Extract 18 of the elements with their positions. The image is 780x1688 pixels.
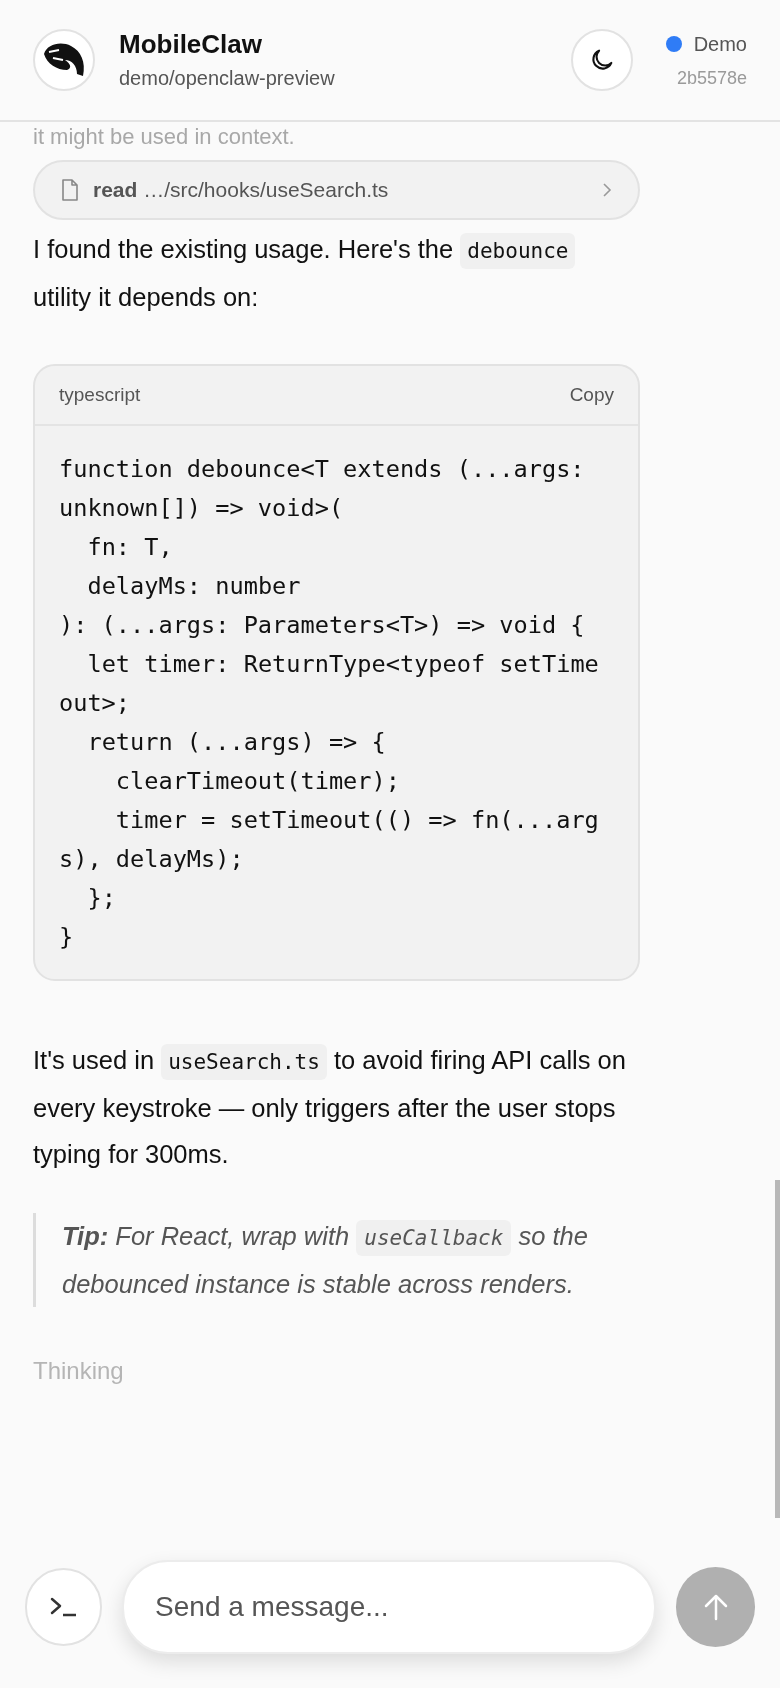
- thinking-label: Thinking: [33, 1356, 125, 1386]
- tool-call-row[interactable]: read …/src/hooks/useSearch.ts: [33, 160, 640, 220]
- connection-label: Demo: [693, 31, 747, 57]
- file-icon: [61, 179, 79, 201]
- code-text: function debounce<T extends (...args: unknown[]) => void>( fn: T, delayMs: number ): (...args: Parameters<T>) => void { let timer: ReturnType<typeof setTimeout>; return (...args) => { clearTimeout(timer); timer = setTimeout(() => fn(...args), delayMs); }; }: [59, 454, 600, 953]
- message-text: It's used in useSearch.ts to avoid firing API calls on every keystroke — only triggers after the user stops typing for 300ms.: [33, 1043, 627, 1170]
- commit-hash: 2b5578e: [676, 66, 747, 90]
- repo-path: demo/openclaw-preview: [119, 66, 336, 91]
- code-language: typescript: [59, 382, 141, 407]
- copy-button[interactable]: Copy: [569, 380, 614, 410]
- app-title: MobileClaw: [119, 28, 263, 60]
- chevron-right-icon: [602, 182, 612, 198]
- arrow-up-icon: [702, 1593, 729, 1621]
- message-text: it might be used in context.: [33, 124, 296, 150]
- message-text: I found the existing usage. Here's the debounce utility it depends on:: [33, 226, 628, 320]
- terminal-icon: [48, 1595, 79, 1619]
- tip-quote: Tip: For React, wrap with useCallback so the debounced instance is stable across renders.: [33, 1213, 628, 1307]
- message-input[interactable]: Send a message...: [122, 1560, 657, 1654]
